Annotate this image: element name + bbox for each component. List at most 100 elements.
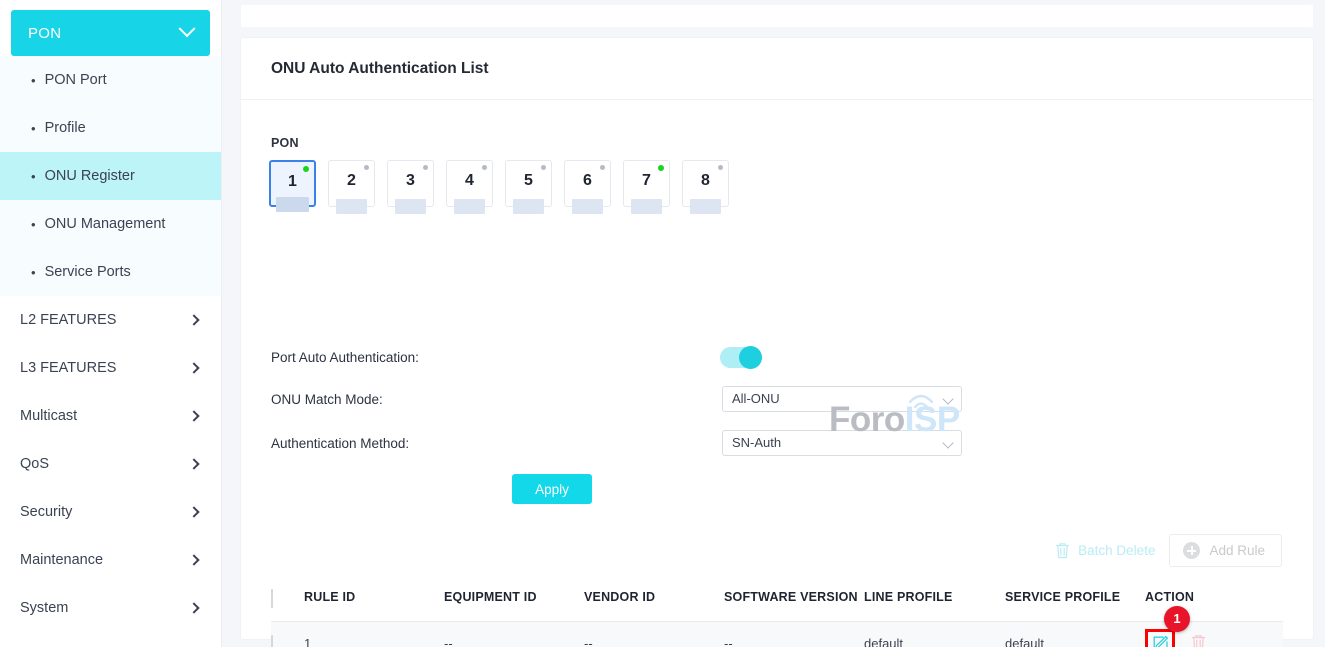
pon-port-base [454,199,485,214]
status-dot-icon [364,165,369,170]
status-dot-icon [303,166,309,172]
column-header-service-profile: SERVICE PROFILE [1005,590,1145,605]
content-card: ONU Auto Authentication List PON 1 2 [241,38,1313,639]
pon-port-number: 7 [624,172,669,190]
sidebar-group-pon-label: PON [28,25,181,42]
chevron-right-icon [188,314,199,325]
pon-port-4[interactable]: 4 [446,160,493,207]
status-dot-icon [600,165,605,170]
onu-match-mode-select[interactable]: All-ONU [722,386,962,412]
column-header-line-profile: LINE PROFILE [864,590,1005,605]
pon-port-3[interactable]: 3 [387,160,434,207]
delete-row-button[interactable] [1191,634,1206,647]
port-auto-auth-label: Port Auto Authentication: [271,350,419,365]
add-rule-label: Add Rule [1209,543,1265,558]
apply-button[interactable]: Apply [512,474,592,504]
sidebar-group-maintenance[interactable]: Maintenance [0,536,221,584]
sidebar-group-l2-features[interactable]: L2 FEATURES [0,296,221,344]
sidebar-group-label: System [20,600,190,616]
pon-port-selector: 1 2 3 4 [269,160,729,207]
select-all-header-cell [271,590,304,608]
trash-icon [1191,634,1206,647]
pon-port-base [395,199,426,214]
sidebar: PON • PON Port • Profile • ONU Register … [0,0,222,647]
column-header-action: ACTION [1145,590,1265,605]
main-content: ONU Auto Authentication List PON 1 2 [222,0,1325,647]
chevron-right-icon [188,458,199,469]
cell-vendor-id: -- [584,636,724,647]
authentication-method-select[interactable]: SN-Auth [722,430,962,456]
pon-port-base [631,199,662,214]
trash-icon [1055,542,1070,559]
sidebar-group-pon[interactable]: PON [11,10,210,56]
pon-port-base [336,199,367,214]
annotation-badge: 1 [1164,606,1190,632]
sidebar-group-security[interactable]: Security [0,488,221,536]
sidebar-group-multicast[interactable]: Multicast [0,392,221,440]
add-rule-button[interactable]: Add Rule [1169,534,1282,567]
top-strip [241,5,1313,27]
pon-port-5[interactable]: 5 [505,160,552,207]
column-header-vendor-id: VENDOR ID [584,590,724,605]
select-all-checkbox[interactable] [271,589,273,608]
pon-port-number: 3 [388,172,433,190]
bullet-icon: • [31,74,36,87]
sidebar-item-onu-register[interactable]: • ONU Register [0,152,221,200]
status-dot-icon [718,165,723,170]
toggle-knob [739,346,762,369]
sidebar-item-onu-management[interactable]: • ONU Management [0,200,221,248]
sidebar-group-label: Security [20,504,190,520]
authentication-method-value: SN-Auth [732,435,781,450]
pon-port-base [513,199,544,214]
page-title: ONU Auto Authentication List [241,38,1313,100]
cell-software-version: -- [724,636,864,647]
batch-delete-button[interactable]: Batch Delete [1051,542,1159,559]
sidebar-item-service-ports[interactable]: • Service Ports [0,248,221,296]
pon-port-1[interactable]: 1 [269,160,316,207]
pon-port-base [690,199,721,214]
sidebar-group-label: Maintenance [20,552,190,568]
chevron-down-icon [942,393,953,404]
pon-port-number: 1 [271,173,314,191]
pon-port-8[interactable]: 8 [682,160,729,207]
onu-match-mode-label: ONU Match Mode: [271,392,383,407]
authentication-method-label: Authentication Method: [271,436,409,451]
row-checkbox[interactable] [271,635,273,647]
status-dot-icon [541,165,546,170]
rules-table: RULE ID EQUIPMENT ID VENDOR ID SOFTWARE … [271,580,1283,647]
page-root: PON • PON Port • Profile • ONU Register … [0,0,1325,647]
pon-port-number: 2 [329,172,374,190]
sidebar-sub-list: • PON Port • Profile • ONU Register • ON… [0,56,221,296]
pon-port-number: 8 [683,172,728,190]
pon-port-6[interactable]: 6 [564,160,611,207]
pon-port-7[interactable]: 7 [623,160,670,207]
cell-action: 1 [1145,629,1265,647]
batch-delete-label: Batch Delete [1078,543,1155,558]
pon-port-number: 5 [506,172,551,190]
sidebar-group-label: Multicast [20,408,190,424]
sidebar-item-pon-port[interactable]: • PON Port [0,56,221,104]
edit-row-button[interactable]: 1 [1145,629,1175,647]
table-row: 1 -- -- -- default default [271,622,1283,647]
sidebar-group-qos[interactable]: QoS [0,440,221,488]
pon-port-number: 6 [565,172,610,190]
bullet-icon: • [31,218,36,231]
chevron-right-icon [188,602,199,613]
bullet-icon: • [31,266,36,279]
sidebar-item-label: Service Ports [45,264,131,280]
sidebar-item-label: PON Port [45,72,107,88]
sidebar-group-l3-features[interactable]: L3 FEATURES [0,344,221,392]
cell-line-profile: default [864,636,1005,647]
sidebar-group-system[interactable]: System [0,584,221,632]
plus-circle-icon [1183,542,1200,559]
sidebar-item-profile[interactable]: • Profile [0,104,221,152]
sidebar-group-label: L2 FEATURES [20,312,190,328]
sidebar-item-label: ONU Register [45,168,135,184]
sidebar-group-label: L3 FEATURES [20,360,190,376]
pon-port-2[interactable]: 2 [328,160,375,207]
status-dot-icon [658,165,664,171]
port-auto-auth-toggle[interactable] [720,347,762,368]
table-toolbar: Batch Delete Add Rule [1051,534,1282,567]
onu-match-mode-value: All-ONU [732,391,780,406]
chevron-down-icon [942,437,953,448]
